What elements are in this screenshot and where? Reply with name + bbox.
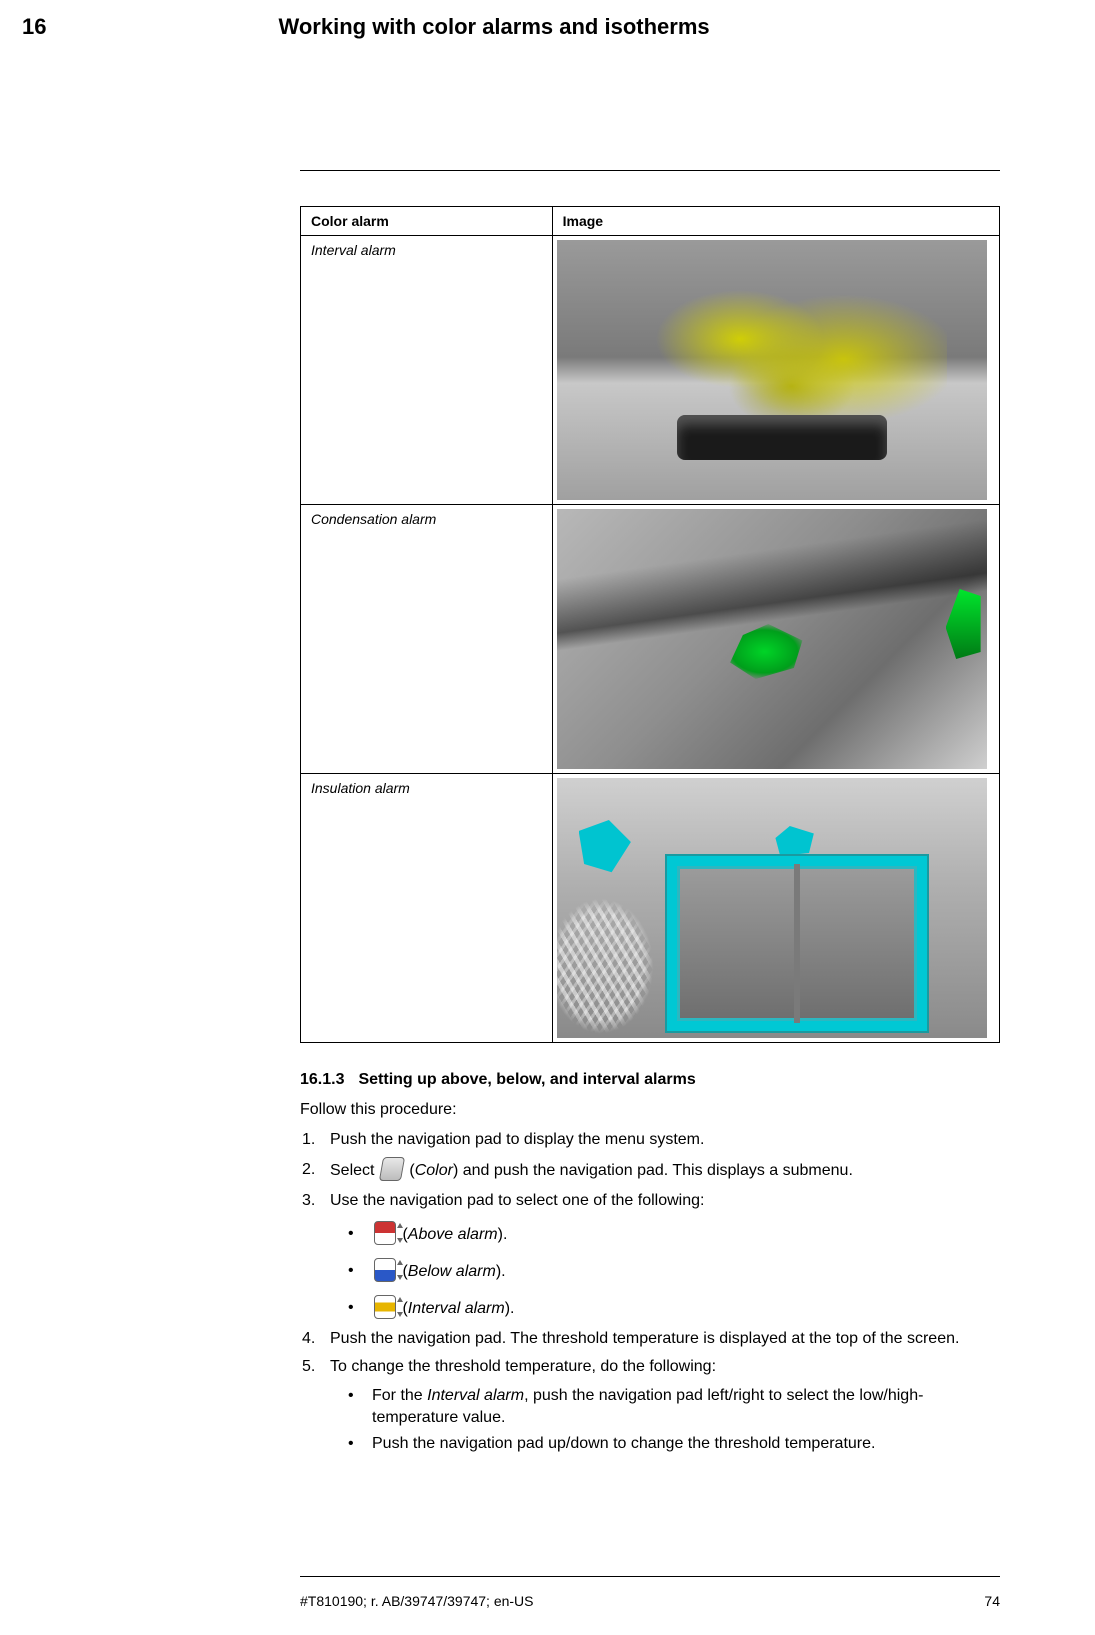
option-above-alarm: (Above alarm). — [348, 1221, 1000, 1248]
section-number: 16.1.3 — [300, 1071, 344, 1088]
footer-divider — [300, 1576, 1000, 1577]
main-content: Color alarm Image Interval alarm Condens… — [300, 206, 1000, 1454]
condensation-alarm-image — [557, 509, 987, 769]
procedure-steps: Push the navigation pad to display the m… — [300, 1129, 1000, 1454]
alarm-image-cell — [552, 774, 999, 1043]
option-interval-alarm: (Interval alarm). — [348, 1295, 1000, 1322]
table-row: Insulation alarm — [301, 774, 1000, 1043]
chapter-title: Working with color alarms and isotherms — [278, 14, 709, 40]
procedure-lead: Follow this procedure: — [300, 1101, 1000, 1119]
step-2-text-post: ) and push the navigation pad. This disp… — [453, 1162, 853, 1179]
color-icon — [381, 1157, 403, 1181]
section-heading: 16.1.3 Setting up above, below, and inter… — [300, 1071, 1000, 1089]
interval-alarm-icon — [374, 1295, 396, 1319]
step-2: Select (Color) and push the navigation p… — [302, 1157, 1000, 1184]
above-alarm-icon — [374, 1221, 396, 1245]
alarm-label-interval: Interval alarm — [301, 236, 553, 505]
step-2-text-pre: Select — [330, 1162, 379, 1179]
alarm-label-condensation: Condensation alarm — [301, 505, 553, 774]
step-1: Push the navigation pad to display the m… — [302, 1129, 1000, 1151]
header-divider — [300, 170, 1000, 171]
option-above-label: Above alarm — [408, 1226, 498, 1243]
paren-close: ). — [496, 1263, 506, 1280]
page-header: 16 Working with color alarms and isother… — [0, 14, 1095, 40]
step-5-text: To change the threshold temperature, do … — [330, 1358, 716, 1375]
step-2-italic-color: Color — [415, 1162, 453, 1179]
option-below-label: Below alarm — [408, 1263, 496, 1280]
footer-page-number: 74 — [984, 1593, 1000, 1609]
step-5b: Push the navigation pad up/down to chang… — [348, 1433, 1000, 1455]
step-4: Push the navigation pad. The threshold t… — [302, 1328, 1000, 1350]
section-title: Setting up above, below, and interval al… — [358, 1071, 695, 1088]
step-5a-italic: Interval alarm — [427, 1387, 524, 1404]
step-5a: For the Interval alarm, push the navigat… — [348, 1385, 1000, 1428]
step-3: Use the navigation pad to select one of … — [302, 1190, 1000, 1323]
alarm-image-cell — [552, 505, 999, 774]
page-footer: #T810190; r. AB/39747/39747; en-US 74 — [300, 1593, 1000, 1609]
table-header-color-alarm: Color alarm — [301, 207, 553, 236]
alarm-label-insulation: Insulation alarm — [301, 774, 553, 1043]
color-alarm-table: Color alarm Image Interval alarm Condens… — [300, 206, 1000, 1043]
paren-close: ). — [498, 1226, 508, 1243]
step-5a-pre: For the — [372, 1387, 427, 1404]
table-row: Condensation alarm — [301, 505, 1000, 774]
step-3-text: Use the navigation pad to select one of … — [330, 1192, 704, 1209]
paren-close: ). — [505, 1300, 515, 1317]
option-interval-label: Interval alarm — [408, 1300, 505, 1317]
interval-alarm-image — [557, 240, 987, 500]
chapter-number: 16 — [22, 14, 46, 40]
option-below-alarm: (Below alarm). — [348, 1258, 1000, 1285]
footer-doc-id: #T810190; r. AB/39747/39747; en-US — [300, 1593, 534, 1609]
table-row: Interval alarm — [301, 236, 1000, 505]
step-5-subitems: For the Interval alarm, push the navigat… — [330, 1385, 1000, 1454]
step-5: To change the threshold temperature, do … — [302, 1356, 1000, 1454]
below-alarm-icon — [374, 1258, 396, 1282]
alarm-image-cell — [552, 236, 999, 505]
insulation-alarm-image — [557, 778, 987, 1038]
table-header-image: Image — [552, 207, 999, 236]
step-3-options: (Above alarm). (Below alarm). (Interval … — [330, 1221, 1000, 1322]
